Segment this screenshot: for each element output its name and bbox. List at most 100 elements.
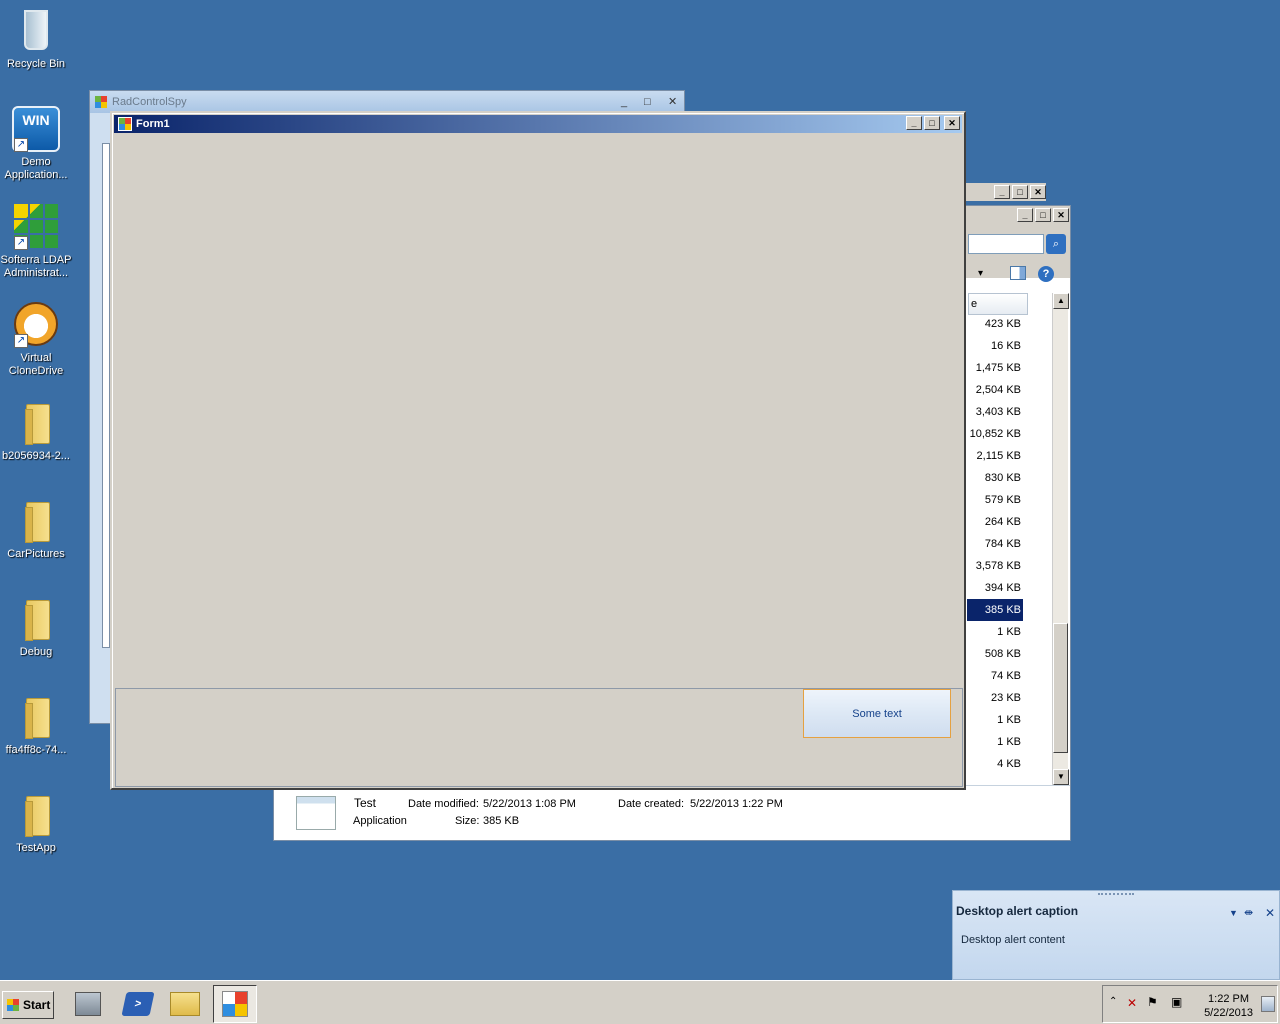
file-size-row[interactable]: 23 KB	[967, 687, 1023, 709]
file-size-row[interactable]: 74 KB	[967, 665, 1023, 687]
form1-titlebar[interactable]: Form1 _ □ ✕	[114, 115, 962, 133]
file-size-row[interactable]: 423 KB	[967, 313, 1023, 335]
desktop-alert[interactable]: Desktop alert caption ▼ ⇼ ✕ Desktop aler…	[952, 890, 1280, 980]
powershell-icon: >	[121, 992, 155, 1016]
column-header-size[interactable]: e	[968, 293, 1028, 315]
maximize-button[interactable]: □	[1035, 208, 1051, 222]
server-manager-taskbar-button[interactable]	[66, 985, 110, 1023]
powershell-taskbar-button[interactable]: >	[116, 985, 160, 1023]
desktop-icon-folder-b2056934[interactable]: b2056934-2...	[0, 398, 72, 463]
minimize-button[interactable]: _	[621, 91, 627, 113]
details-file-name: Test	[354, 796, 377, 810]
view-menu-icon[interactable]: ▾	[978, 268, 983, 279]
scroll-up-arrow-icon[interactable]: ▲	[1053, 293, 1069, 309]
file-size-row[interactable]: 508 KB	[967, 643, 1023, 665]
minimize-button[interactable]: _	[906, 116, 922, 130]
folder-icon	[12, 790, 60, 838]
details-pane: Test Application Date modified: 5/22/201…	[274, 785, 1070, 840]
close-button[interactable]: ✕	[944, 116, 960, 130]
details-date-created-label: Date created:	[618, 798, 685, 810]
window-title: RadControlSpy	[112, 96, 187, 108]
file-size-row[interactable]: 3,403 KB	[967, 401, 1023, 423]
details-date-modified-label: Date modified:	[408, 798, 479, 810]
desktop-icon-folder-carpictures[interactable]: CarPictures	[0, 496, 72, 561]
close-button[interactable]: ✕	[668, 91, 677, 113]
preview-pane-icon[interactable]	[1010, 266, 1026, 280]
desktop-icon-demo-application[interactable]: WIN ↗ Demo Application...	[0, 104, 72, 182]
desktop-icon-label: Softerra LDAP Administrat...	[0, 254, 72, 279]
desktop-icon-label: Virtual CloneDrive	[8, 352, 64, 377]
file-size-row[interactable]: 579 KB	[967, 489, 1023, 511]
alert-content: Desktop alert content	[961, 934, 1065, 946]
close-button[interactable]: ✕	[1053, 208, 1069, 222]
desktop-icon-softerra-ldap[interactable]: ↗ Softerra LDAP Administrat...	[0, 202, 72, 280]
file-size-row[interactable]: 1 KB	[967, 731, 1023, 753]
clock[interactable]: 1:22 PM 5/22/2013	[1204, 992, 1253, 1020]
file-size-row[interactable]: 16 KB	[967, 335, 1023, 357]
desktop-icon-label: Demo Application...	[4, 156, 68, 181]
maximize-button[interactable]: □	[1012, 185, 1028, 199]
file-size-row[interactable]: 1,475 KB	[967, 357, 1023, 379]
volume-muted-icon[interactable]: ✕	[1127, 996, 1137, 1010]
search-input[interactable]	[968, 234, 1044, 254]
start-button[interactable]: Start	[2, 991, 54, 1019]
folder-icon	[12, 398, 60, 446]
desktop-icon-folder-debug[interactable]: Debug	[0, 594, 72, 659]
file-size-row[interactable]: 784 KB	[967, 533, 1023, 555]
file-size-row[interactable]: 2,504 KB	[967, 379, 1023, 401]
help-icon[interactable]: ?	[1038, 266, 1054, 282]
desktop-icon-folder-ffa4ff8c[interactable]: ffa4ff8c-74...	[0, 692, 72, 757]
recycle-bin-icon	[12, 6, 60, 54]
form1-taskbar-button[interactable]	[213, 985, 257, 1023]
close-button[interactable]: ✕	[1030, 185, 1046, 199]
file-size-row[interactable]: 3,578 KB	[967, 555, 1023, 577]
app-icon	[95, 96, 107, 108]
desktop-icon-folder-testapp[interactable]: TestApp	[0, 790, 72, 855]
bottom-panel: Some text	[115, 688, 963, 787]
ldap-admin-icon: ↗	[12, 202, 60, 250]
shortcut-arrow-icon: ↗	[14, 138, 28, 152]
file-size-row[interactable]: 264 KB	[967, 511, 1023, 533]
some-text-button[interactable]: Some text	[803, 689, 951, 738]
desktop-icon-recycle-bin[interactable]: Recycle Bin	[0, 6, 72, 71]
desktop-icon-virtual-clonedrive[interactable]: ↗ Virtual CloneDrive	[0, 300, 72, 378]
explorer-scrollbar[interactable]: ▲ ▼	[1052, 293, 1069, 785]
application-file-icon	[296, 796, 336, 830]
file-size-row[interactable]: 10,852 KB	[967, 423, 1023, 445]
form1-window[interactable]: Form1 _ □ ✕ Some text	[110, 111, 966, 790]
maximize-button[interactable]: □	[924, 116, 940, 130]
background-window-stub-1[interactable]: _ □ ✕	[966, 183, 1046, 201]
search-icon[interactable]: ⌕	[1046, 234, 1066, 254]
alert-options-icon[interactable]: ▼	[1229, 908, 1238, 918]
desktop-icon-label: TestApp	[16, 842, 56, 854]
file-size-row[interactable]: 394 KB	[967, 577, 1023, 599]
clonedrive-icon: ↗	[12, 300, 60, 348]
minimize-button[interactable]: _	[994, 185, 1010, 199]
details-date-created: 5/22/2013 1:22 PM	[690, 798, 783, 810]
file-size-row[interactable]: 830 KB	[967, 467, 1023, 489]
radcontrolspy-body	[102, 143, 110, 648]
file-size-row[interactable]: 4 KB	[967, 753, 1023, 775]
alert-pin-icon[interactable]: ⇼	[1244, 906, 1253, 919]
details-date-modified: 5/22/2013 1:08 PM	[483, 798, 576, 810]
network-icon[interactable]: ▣	[1171, 995, 1182, 1009]
file-size-row[interactable]: 1 KB	[967, 709, 1023, 731]
show-desktop-button[interactable]	[1261, 996, 1275, 1012]
alert-close-icon[interactable]: ✕	[1265, 906, 1275, 920]
desktop-icon-label: CarPictures	[7, 548, 65, 560]
radcontrolspy-titlebar[interactable]: RadControlSpy _ □ ✕	[90, 91, 684, 113]
file-size-row[interactable]: 2,115 KB	[967, 445, 1023, 467]
file-size-row[interactable]: 385 KB	[967, 599, 1023, 621]
show-hidden-icons-icon[interactable]: ⌃	[1109, 996, 1117, 1007]
taskbar: Start > ⌃ ✕ ⚑ ▣ 1:22 PM 5/22/2013	[0, 980, 1280, 1024]
alert-grip-icon[interactable]	[1098, 893, 1134, 896]
folder-icon	[12, 594, 60, 642]
file-size-row[interactable]: 1 KB	[967, 621, 1023, 643]
scroll-thumb[interactable]	[1053, 623, 1068, 753]
maximize-button[interactable]: □	[644, 91, 651, 113]
minimize-button[interactable]: _	[1017, 208, 1033, 222]
explorer-taskbar-button[interactable]	[163, 985, 207, 1023]
clock-date: 5/22/2013	[1204, 1007, 1253, 1019]
scroll-down-arrow-icon[interactable]: ▼	[1053, 769, 1069, 785]
action-center-flag-icon[interactable]: ⚑	[1147, 995, 1158, 1009]
